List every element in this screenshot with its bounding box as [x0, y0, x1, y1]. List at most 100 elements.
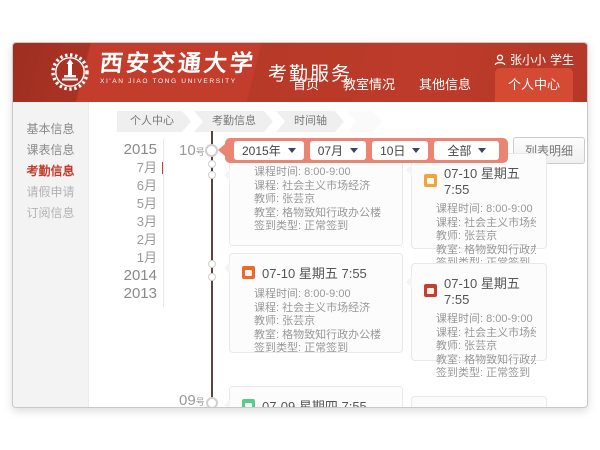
card-row-classroom: 教室: 格物致知行政办公楼 [254, 329, 392, 343]
breadcrumb-personal-center[interactable]: 个人中心 [117, 111, 191, 132]
timeline-day-label-09: 09号 [179, 392, 205, 408]
card-detail-rows: 课程时间: 8:00-9:00 课程: 社会主义市场经济 教师: 张芸京 教室:… [412, 199, 546, 271]
sidebar: 基本信息 课表信息 考勤信息 请假申请 订阅信息 [13, 102, 89, 408]
card-row-course: 课程: 社会主义市场经济 [254, 302, 392, 316]
card-row-teacher: 教师: 张芸京 [436, 230, 536, 244]
card-header: 07-10 星期五 7:55 [230, 254, 402, 284]
nav-item-personal-center[interactable]: 个人中心 [495, 68, 573, 102]
month-nav-separator [163, 139, 164, 307]
day-suffix: 号 [196, 147, 205, 157]
card-row-course-time: 课程时间: 8:00-9:00 [436, 313, 536, 327]
card-row-signin-type: 签到类型: 正常签到 [436, 367, 536, 381]
card-row-course-time: 课程时间: 8:00-9:00 [436, 203, 536, 217]
day-number: 09 [179, 392, 196, 408]
nav-item-classrooms[interactable]: 教室情况 [343, 74, 395, 102]
month-nav-march[interactable]: 3月 [101, 213, 157, 231]
timeline-node [205, 144, 218, 157]
filter-bar: 2015年 07月 10日 全部 [225, 138, 508, 163]
university-name: 西安交通大学 XI'AN JIAO TONG UNIVERSITY [100, 50, 256, 85]
day-dropdown-value: 10日 [380, 142, 405, 159]
university-logo-icon [49, 51, 91, 93]
card-row-teacher: 教师: 张芸京 [254, 193, 392, 207]
card-detail-rows: 课程时间: 8:00-9:00 课程: 社会主义市场经济 教师: 张芸京 教室:… [230, 284, 402, 356]
attendance-card: 07-10 星期五 7:55 课程时间: 8:00-9:00 课程: 社会主义市… [411, 153, 547, 249]
month-nav-2013[interactable]: 2013 [101, 285, 157, 303]
month-nav-january[interactable]: 1月 [101, 249, 157, 267]
chevron-down-icon [350, 148, 358, 153]
card-row-course: 课程: 社会主义市场经济 [436, 217, 536, 231]
card-row-course-time: 课程时间: 8:00-9:00 [254, 166, 392, 180]
month-nav-june[interactable]: 6月 [101, 177, 157, 195]
breadcrumb-attendance-info[interactable]: 考勤信息 [194, 111, 273, 132]
card-date-title: 07-10 星期五 7:55 [444, 163, 534, 197]
card-row-signin-type: 签到类型: 正常签到 [254, 342, 392, 356]
card-date-title: 07-10 星期五 7:55 [444, 273, 534, 307]
card-detail-rows: 课程时间: 8:00-9:00 课程: 社会主义市场经济 教师: 张芸京 教室:… [412, 309, 546, 381]
page-background: 西安交通大学 XI'AN JIAO TONG UNIVERSITY 考勤服务 张… [0, 0, 600, 450]
breadcrumb: 个人中心 考勤信息 时间轴 [117, 111, 382, 132]
university-name-en: XI'AN JIAO TONG UNIVERSITY [100, 78, 256, 85]
card-row-classroom: 教室: 格物致知行政办公楼 [254, 207, 392, 221]
day-number: 10 [179, 142, 196, 159]
card-row-signin-type: 签到类型: 正常签到 [254, 220, 392, 234]
app-window: 西安交通大学 XI'AN JIAO TONG UNIVERSITY 考勤服务 张… [12, 42, 588, 408]
sidebar-item-leave-request[interactable]: 请假申请 [13, 182, 88, 203]
month-nav-february[interactable]: 2月 [101, 231, 157, 249]
month-dropdown[interactable]: 07月 [310, 141, 366, 160]
card-date-title: 07-10 星期五 7:55 [262, 263, 367, 282]
type-dropdown-value: 全部 [447, 142, 471, 159]
timeline-node [208, 160, 216, 168]
timeline-month-nav: 2015 7月 6月 5月 3月 2月 1月 2014 2013 [101, 141, 157, 303]
app-header: 西安交通大学 XI'AN JIAO TONG UNIVERSITY 考勤服务 张… [13, 43, 587, 102]
user-role: 学生 [550, 51, 574, 68]
attendance-card: 07-10 星期五 7:55 课程时间: 8:00-9:00 课程: 社会主义市… [229, 253, 403, 353]
sidebar-item-basic-info[interactable]: 基本信息 [13, 119, 88, 140]
year-dropdown[interactable]: 2015年 [234, 141, 304, 160]
attendance-card: 07-10 星期五 7:55 课程时间: 8:00-9:00 课程: 社会主义市… [411, 263, 547, 361]
timeline-node [208, 260, 216, 268]
chevron-down-icon [288, 148, 296, 153]
breadcrumb-timeline[interactable]: 时间轴 [276, 111, 344, 132]
attendance-card: 07-09 星期四 7:55 [229, 386, 403, 408]
nav-item-home[interactable]: 首页 [293, 74, 319, 102]
month-nav-may[interactable]: 5月 [101, 195, 157, 213]
attendance-card [411, 396, 547, 408]
timeline-node [206, 397, 218, 408]
sidebar-item-subscription-info[interactable]: 订阅信息 [13, 203, 88, 224]
timeline-day-label-10: 10号 [179, 142, 205, 160]
card-row-teacher: 教师: 张芸京 [436, 340, 536, 354]
sidebar-item-schedule-info[interactable]: 课表信息 [13, 140, 88, 161]
day-suffix: 号 [196, 397, 205, 407]
card-header: 07-09 星期四 7:55 [230, 387, 402, 408]
card-row-classroom: 教室: 格物致知行政办公楼 [436, 354, 536, 368]
month-dropdown-value: 07月 [318, 142, 343, 159]
sidebar-menu: 基本信息 课表信息 考勤信息 请假申请 订阅信息 [13, 102, 88, 224]
chevron-down-icon [478, 148, 486, 153]
card-row-course-time: 课程时间: 8:00-9:00 [254, 288, 392, 302]
card-header: 07-10 星期五 7:55 [412, 264, 546, 309]
user-info[interactable]: 张小小 学生 [494, 51, 574, 68]
month-nav-july[interactable]: 7月 [101, 159, 157, 177]
user-icon [494, 54, 506, 66]
timeline-node [208, 273, 216, 281]
card-date-title: 07-09 星期四 7:55 [262, 396, 367, 408]
sidebar-item-attendance-info[interactable]: 考勤信息 [13, 161, 88, 182]
type-dropdown[interactable]: 全部 [434, 141, 499, 160]
university-name-cn: 西安交通大学 [99, 50, 258, 76]
month-nav-2015[interactable]: 2015 [101, 141, 157, 159]
day-dropdown[interactable]: 10日 [372, 141, 428, 160]
calendar-status-icon [424, 284, 437, 297]
card-row-teacher: 教师: 张芸京 [254, 315, 392, 329]
card-row-course: 课程: 社会主义市场经济 [436, 327, 536, 341]
calendar-status-icon [242, 266, 255, 279]
nav-item-other-info[interactable]: 其他信息 [419, 74, 471, 102]
month-nav-2014[interactable]: 2014 [101, 267, 157, 285]
user-name: 张小小 [510, 51, 546, 68]
main-nav: 首页 教室情况 其他信息 个人中心 [293, 68, 573, 102]
card-row-course: 课程: 社会主义市场经济 [254, 180, 392, 194]
calendar-status-icon [242, 399, 255, 408]
calendar-status-icon [424, 174, 437, 187]
timeline-node [208, 171, 216, 179]
chevron-down-icon [412, 148, 420, 153]
breadcrumb-trailing-chevron [347, 111, 382, 132]
